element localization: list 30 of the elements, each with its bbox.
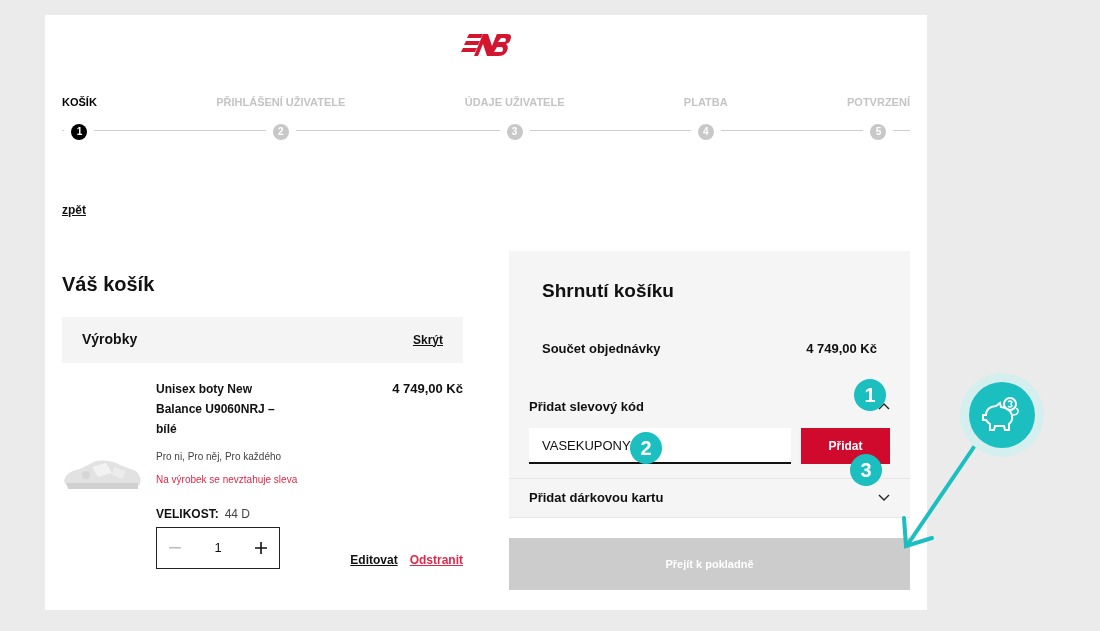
step-label: PŘIHLÁŠENÍ UŽIVATELE (216, 95, 346, 110)
coupon-section-title[interactable]: Přidat slevový kód (529, 396, 644, 416)
product-categories: Pro ni, Pro něj, Pro každého (156, 449, 283, 464)
cart-title: Váš košík (62, 271, 156, 297)
summary-title: Shrnutí košíku (541, 278, 675, 303)
hide-link[interactable]: Skrýt (412, 330, 443, 349)
gift-card-section-title[interactable]: Přidat dárkovou kartu (529, 488, 664, 508)
step-label: KOŠÍK (62, 95, 97, 110)
products-title: Výrobky (82, 330, 138, 349)
step-label: PLATBA (683, 95, 728, 110)
step-marker: 3 (850, 454, 882, 486)
size-label: VELIKOST: (156, 505, 219, 523)
minus-icon (169, 546, 181, 549)
back-link[interactable]: zpět (62, 202, 86, 217)
quantity-value: 1 (214, 538, 222, 557)
step-label: ÚDAJE UŽIVATELE (464, 95, 565, 110)
product-name: Unisex boty New Balance U9060NRJ – bílé (156, 380, 276, 438)
step-marker: 1 (854, 378, 886, 411)
logo-icon (461, 32, 511, 58)
size-value: 44 D (224, 505, 251, 523)
edit-link[interactable]: Editovat (350, 550, 398, 569)
order-total-label: Součet objednávky (542, 340, 661, 358)
step-label: POTVRZENÍ (847, 95, 910, 110)
discount-note: Na výrobek se nevztahuje sleva (156, 472, 299, 487)
add-coupon-button[interactable]: Přidat (801, 428, 890, 464)
increase-button[interactable] (253, 539, 269, 556)
product-price: 4 749,00 Kč (392, 379, 463, 398)
remove-link[interactable]: Odstranit (409, 550, 463, 569)
order-total-value: 4 749,00 Kč (806, 340, 877, 358)
plus-icon (255, 541, 267, 554)
